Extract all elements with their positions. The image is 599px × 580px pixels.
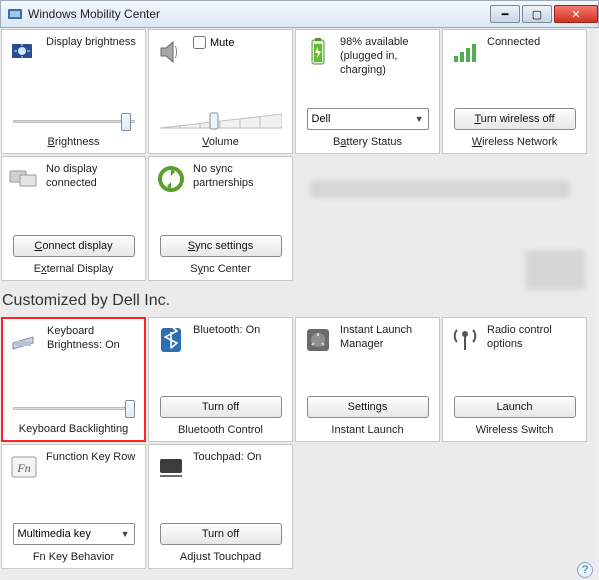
oem-section-header: Customized by Dell Inc. xyxy=(0,282,599,316)
bluetooth-toggle-button[interactable]: Turn off xyxy=(160,396,282,418)
tile-keyboard-backlight: Keyboard Brightness: On Keyboard Backlig… xyxy=(1,317,146,442)
sync-settings-button[interactable]: Sync settings xyxy=(160,235,282,257)
tiles-panel: Display brightness Brightness Mute xyxy=(0,28,599,282)
sync-footer: Sync Center xyxy=(190,263,251,277)
antenna-icon xyxy=(449,324,481,356)
tile-wireless: Connected Turn wireless off Wireless Net… xyxy=(442,29,587,154)
wifi-icon xyxy=(449,36,481,68)
battery-footer: Battery Status xyxy=(333,136,402,150)
tile-touchpad: Touchpad: On Turn off Adjust Touchpad xyxy=(148,444,293,569)
instant-launch-label: Instant Launch Manager xyxy=(340,324,433,352)
volume-slider[interactable] xyxy=(160,112,282,130)
radio-footer: Wireless Switch xyxy=(476,424,554,438)
tile-volume: Mute Volume xyxy=(148,29,293,154)
help-icon[interactable]: ? xyxy=(577,562,593,578)
chevron-down-icon: ▼ xyxy=(415,114,424,124)
tile-fn-key: Fn Function Key Row Multimedia key ▼ Fn … xyxy=(1,444,146,569)
sync-label: No sync partnerships xyxy=(193,163,286,191)
keyboard-icon xyxy=(9,325,41,357)
battery-icon xyxy=(302,36,334,68)
mute-checkbox[interactable]: Mute xyxy=(193,36,234,49)
kbd-backlight-footer: Keyboard Backlighting xyxy=(19,423,128,437)
touchpad-footer: Adjust Touchpad xyxy=(180,551,261,565)
radio-label: Radio control options xyxy=(487,324,580,352)
close-button[interactable]: ✕ xyxy=(554,5,598,23)
touchpad-icon xyxy=(155,451,187,483)
bluetooth-icon xyxy=(155,324,187,356)
app-icon xyxy=(7,6,23,22)
ext-display-footer: External Display xyxy=(34,263,113,277)
display-icon xyxy=(8,163,40,195)
connect-display-button[interactable]: Connect display xyxy=(13,235,135,257)
bluetooth-footer: Bluetooth Control xyxy=(178,424,263,438)
fn-key-icon: Fn xyxy=(8,451,40,483)
tile-brightness: Display brightness Brightness xyxy=(1,29,146,154)
touchpad-toggle-button[interactable]: Turn off xyxy=(160,523,282,545)
sync-icon xyxy=(155,163,187,195)
battery-label: 98% available (plugged in, charging) xyxy=(340,36,433,77)
brightness-footer: Brightness xyxy=(48,136,100,150)
tile-radio: Radio control options Launch Wireless Sw… xyxy=(442,317,587,442)
brightness-label: Display brightness xyxy=(46,36,136,50)
kbd-backlight-label: Keyboard Brightness: On xyxy=(47,325,138,353)
window-title: Windows Mobility Center xyxy=(28,7,160,21)
maximize-button[interactable]: ▢ xyxy=(522,5,552,23)
title-bar: Windows Mobility Center ━ ▢ ✕ xyxy=(0,0,599,28)
instant-launch-settings-button[interactable]: Settings xyxy=(307,396,429,418)
mute-input xyxy=(193,36,206,49)
tile-sync: No sync partnerships Sync settings Sync … xyxy=(148,156,293,281)
wireless-toggle-button[interactable]: Turn wireless off xyxy=(454,108,576,130)
power-plan-select[interactable]: Dell ▼ xyxy=(307,108,429,130)
tile-external-display: No display connected Connect display Ext… xyxy=(1,156,146,281)
wireless-label: Connected xyxy=(487,36,540,50)
wireless-footer: Wireless Network xyxy=(472,136,558,150)
mute-label: Mute xyxy=(210,37,234,49)
tile-instant-launch: Instant Launch Manager Settings Instant … xyxy=(295,317,440,442)
radio-launch-button[interactable]: Launch xyxy=(454,396,576,418)
svg-text:Fn: Fn xyxy=(16,461,30,475)
bluetooth-label: Bluetooth: On xyxy=(193,324,260,338)
fn-key-value: Multimedia key xyxy=(18,528,91,540)
power-plan-value: Dell xyxy=(312,113,331,125)
tile-bluetooth: Bluetooth: On Turn off Bluetooth Control xyxy=(148,317,293,442)
chevron-down-icon: ▼ xyxy=(121,529,130,539)
dell-tiles-panel: Keyboard Brightness: On Keyboard Backlig… xyxy=(0,316,599,570)
instant-launch-footer: Instant Launch xyxy=(331,424,403,438)
window-controls: ━ ▢ ✕ xyxy=(488,5,598,23)
minimize-button[interactable]: ━ xyxy=(490,5,520,23)
volume-footer: Volume xyxy=(202,136,239,150)
fn-key-label: Function Key Row xyxy=(46,451,135,465)
kbd-backlight-slider[interactable] xyxy=(13,399,135,417)
fn-key-select[interactable]: Multimedia key ▼ xyxy=(13,523,135,545)
fn-key-footer: Fn Key Behavior xyxy=(33,551,114,565)
brightness-slider[interactable] xyxy=(13,112,135,130)
brightness-icon xyxy=(8,36,40,68)
ext-display-label: No display connected xyxy=(46,163,139,191)
touchpad-label: Touchpad: On xyxy=(193,451,262,465)
tile-battery: 98% available (plugged in, charging) Del… xyxy=(295,29,440,154)
launch-icon xyxy=(302,324,334,356)
speaker-icon xyxy=(155,36,187,68)
